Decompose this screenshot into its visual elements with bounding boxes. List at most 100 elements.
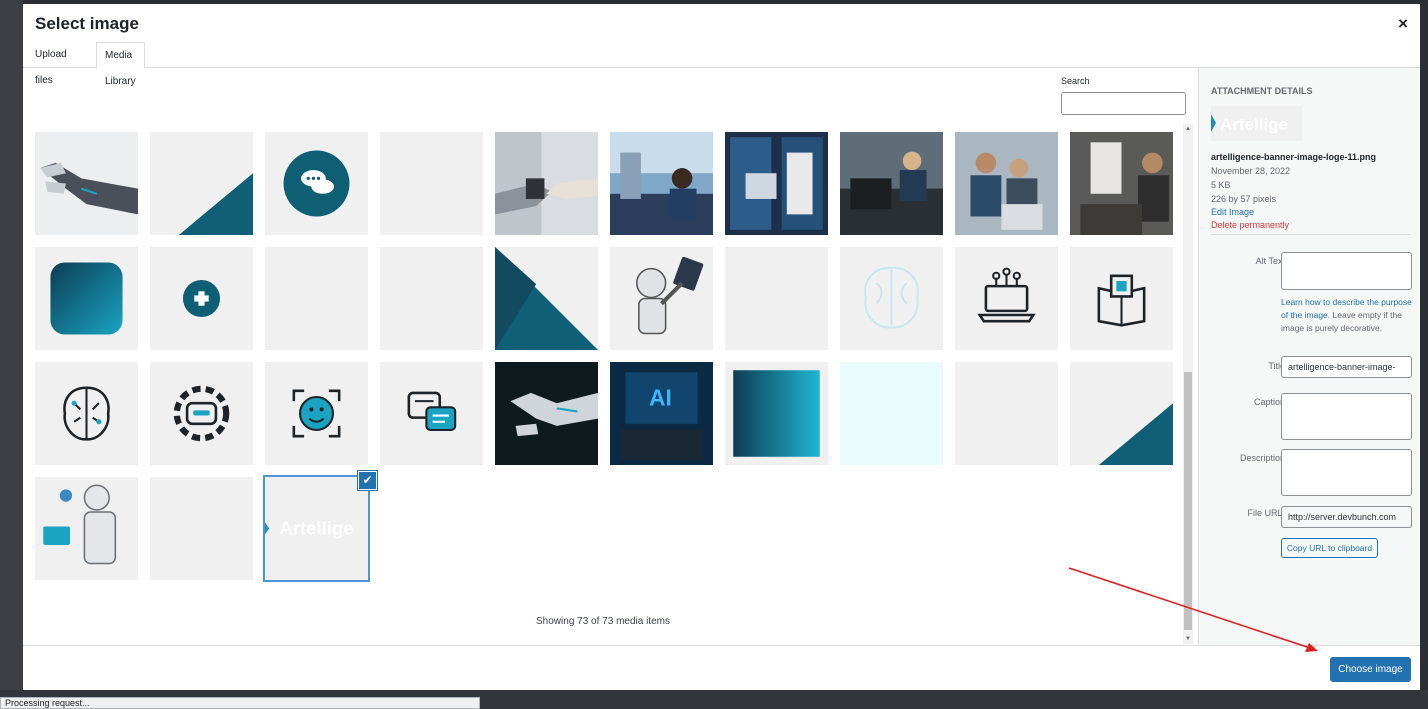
ai-laptop-photo-image: AI: [610, 362, 713, 465]
media-item[interactable]: [725, 247, 828, 350]
media-item[interactable]: [725, 362, 828, 465]
attachment-details-heading: Attachment Details: [1211, 86, 1313, 96]
modal-title: Select image: [35, 14, 139, 33]
media-item[interactable]: [150, 362, 253, 465]
server-rack-photo-image: [725, 132, 828, 235]
triangle-image: [150, 132, 253, 235]
attachment-date: November 28, 2022: [1211, 166, 1291, 176]
attachment-filename: artelligence-banner-image-loge-11.png: [1211, 152, 1377, 162]
blank-image: [955, 362, 1058, 465]
media-item[interactable]: [840, 247, 943, 350]
white-robot-image: [35, 477, 138, 580]
media-item[interactable]: [380, 132, 483, 235]
tab-media-library[interactable]: Media Library: [96, 42, 145, 87]
chatbot-icon-image: [380, 362, 483, 465]
triangle-left-image: [495, 247, 598, 350]
media-item[interactable]: [1070, 362, 1173, 465]
modal-header: Select image × Upload files Media Librar…: [23, 4, 1420, 87]
media-item[interactable]: [1070, 247, 1173, 350]
edit-image-link[interactable]: Edit Image: [1211, 207, 1254, 217]
media-item[interactable]: [265, 132, 368, 235]
scroll-up-icon[interactable]: ▲: [1183, 124, 1193, 134]
status-bar: Processing request...: [0, 697, 480, 709]
search-input[interactable]: [1061, 92, 1186, 115]
media-item[interactable]: [380, 362, 483, 465]
media-item[interactable]: [380, 247, 483, 350]
media-item[interactable]: [610, 132, 713, 235]
media-item[interactable]: [1070, 132, 1173, 235]
alt-text-help: Learn how to describe the purpose of the…: [1281, 296, 1413, 335]
media-item[interactable]: [610, 247, 713, 350]
book-chip-icon-image: [1070, 247, 1173, 350]
copy-url-button[interactable]: Copy URL to clipboard: [1281, 538, 1378, 558]
selected-check-icon[interactable]: ✔: [358, 471, 377, 490]
blank-image: [150, 477, 253, 580]
attachment-details-panel: Attachment Details Artellige artelligenc…: [1198, 68, 1420, 645]
media-item[interactable]: [35, 477, 138, 580]
blank-image: [725, 247, 828, 350]
caption-field[interactable]: [1281, 393, 1412, 440]
description-field[interactable]: [1281, 449, 1412, 496]
media-item[interactable]: [495, 247, 598, 350]
attachment-thumb-text: Artellige: [1220, 115, 1288, 134]
media-item[interactable]: [265, 362, 368, 465]
robot-handshake-photo-image: [495, 132, 598, 235]
title-field[interactable]: artelligence-banner-image-: [1281, 356, 1412, 378]
modal-footer: Choose image: [23, 645, 1420, 690]
media-item[interactable]: [265, 247, 368, 350]
engineer-photo-image: [840, 132, 943, 235]
media-item[interactable]: [35, 132, 138, 235]
plus-circle-image: [150, 247, 253, 350]
alt-text-label: Alt Text: [1255, 256, 1285, 266]
media-browser: Search AI Artellige ✔ Showing 73 of 73 med…: [23, 68, 1198, 645]
close-button[interactable]: ×: [1398, 14, 1408, 34]
media-item[interactable]: [150, 247, 253, 350]
humanoid-robot-image: [610, 247, 713, 350]
blank-image: [265, 247, 368, 350]
gear-robot-icon-image: [150, 362, 253, 465]
media-item-selected[interactable]: Artellige: [265, 477, 368, 580]
robot-hand-image: [35, 132, 138, 235]
robot-hand-dark-image: [495, 362, 598, 465]
choose-image-button[interactable]: Choose image: [1330, 657, 1411, 682]
attachment-size: 5 KB: [1211, 180, 1231, 190]
gradient-square-image: [725, 362, 828, 465]
media-item[interactable]: AI: [610, 362, 713, 465]
attachment-dimensions: 226 by 57 pixels: [1211, 194, 1277, 204]
caption-label: Caption: [1253, 397, 1285, 407]
media-item[interactable]: [495, 132, 598, 235]
media-item[interactable]: [955, 362, 1058, 465]
scroll-thumb[interactable]: [1184, 372, 1192, 630]
media-item[interactable]: [840, 362, 943, 465]
team-laptop-photo-image: [955, 132, 1058, 235]
brain-circuit-icon-image: [35, 362, 138, 465]
media-item[interactable]: [725, 132, 828, 235]
delete-permanently-link[interactable]: Delete permanently: [1211, 220, 1289, 230]
media-item[interactable]: [150, 477, 253, 580]
media-item[interactable]: [150, 132, 253, 235]
media-item[interactable]: [35, 362, 138, 465]
light-cyan-image: [840, 362, 943, 465]
media-item[interactable]: [955, 247, 1058, 350]
backdrop-sidebar: [0, 0, 23, 709]
media-item[interactable]: [955, 132, 1058, 235]
selected-logo-text: Artellige: [279, 518, 353, 539]
description-label: Description: [1239, 453, 1285, 463]
artelligence-logo-image: Artellige: [265, 477, 368, 580]
face-scan-icon-image: [265, 362, 368, 465]
media-item[interactable]: [840, 132, 943, 235]
blank-image: [380, 132, 483, 235]
details-divider: [1211, 234, 1411, 235]
attachment-thumbnail: Artellige: [1211, 106, 1302, 141]
scroll-down-icon[interactable]: ▼: [1183, 634, 1193, 644]
media-item[interactable]: [495, 362, 598, 465]
svg-text:AI: AI: [649, 384, 672, 410]
tab-upload-files[interactable]: Upload files: [27, 42, 75, 86]
alt-text-field[interactable]: [1281, 252, 1412, 290]
media-item[interactable]: [35, 247, 138, 350]
grid-scrollbar[interactable]: ▲ ▼: [1183, 124, 1193, 644]
brain-outline-image: [840, 247, 943, 350]
lab-photo-image: [610, 132, 713, 235]
rounded-square-image: [35, 247, 138, 350]
file-url-field[interactable]: http://server.devbunch.com: [1281, 506, 1412, 528]
